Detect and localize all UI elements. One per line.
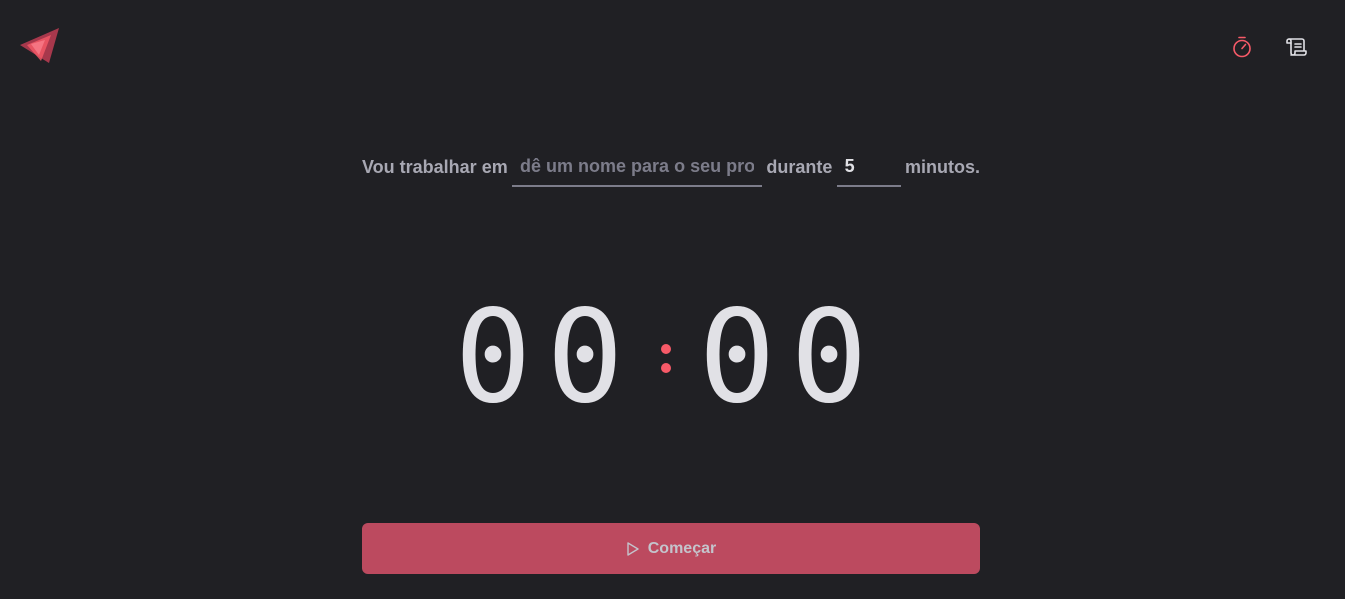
start-button[interactable]: Começar — [362, 523, 980, 574]
second-tens-digit: 0 — [698, 283, 776, 432]
countdown-separator — [636, 288, 696, 428]
separator-dot-bottom — [661, 363, 671, 373]
minutes-label: minutos. — [904, 156, 980, 177]
scroll-icon[interactable] — [1284, 34, 1310, 60]
separator-dot-top — [661, 344, 671, 354]
task-label: Vou trabalhar em — [362, 156, 508, 177]
triangle-logo-icon — [19, 27, 61, 65]
during-label: durante — [766, 156, 833, 177]
start-button-label: Começar — [647, 539, 717, 557]
minute-tens-digit: 0 — [454, 283, 532, 432]
second-ones-digit: 0 — [790, 283, 868, 432]
play-icon — [626, 541, 640, 556]
countdown: 0 0 0 0 — [452, 288, 880, 428]
minute-ones-digit: 0 — [546, 283, 624, 432]
task-input[interactable] — [512, 147, 763, 187]
minutes-input[interactable] — [836, 147, 901, 187]
timer-icon[interactable] — [1229, 34, 1255, 60]
task-form: Vou trabalhar em durante minutos. — [362, 146, 980, 188]
app-root: Vou trabalhar em durante minutos. 0 0 0 … — [0, 0, 1345, 599]
